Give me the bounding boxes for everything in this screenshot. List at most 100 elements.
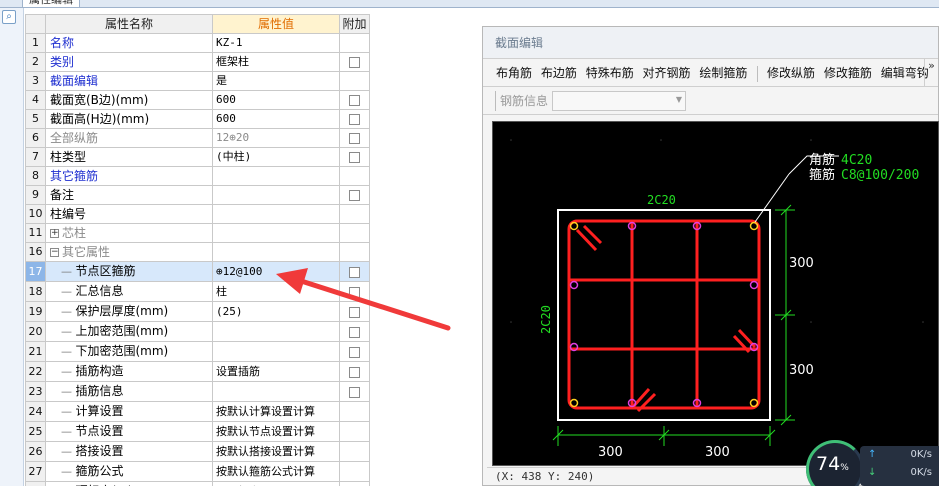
collapse-icon[interactable]: −: [50, 248, 59, 257]
toolbar-overflow-button[interactable]: »: [924, 59, 938, 87]
table-row[interactable]: 1 名称 KZ-1: [25, 33, 370, 53]
property-name[interactable]: — 顶标高(m): [45, 481, 213, 486]
property-value[interactable]: KZ-1: [212, 33, 340, 53]
draw-stirrup-button[interactable]: 绘制箍筋: [697, 59, 749, 87]
table-row[interactable]: 16− 其它属性: [25, 242, 370, 262]
table-row[interactable]: 8 其它箍筋: [25, 166, 370, 186]
property-name[interactable]: — 插筋构造: [45, 361, 213, 382]
speed-widget[interactable]: 74% ↑ 0K/s ↓ 0K/s: [806, 440, 939, 486]
modify-long-bar-button[interactable]: 修改纵筋: [765, 59, 817, 87]
property-name[interactable]: 柱类型: [45, 147, 213, 167]
table-row[interactable]: 6 全部纵筋 12⊕20: [25, 128, 370, 148]
property-value[interactable]: 600: [212, 109, 340, 129]
extra-checkbox[interactable]: [349, 114, 360, 125]
extra-checkbox[interactable]: [349, 133, 360, 144]
property-value[interactable]: 按默认搭接设置计算: [212, 441, 340, 462]
side-bar[interactable]: [569, 280, 579, 290]
side-bar[interactable]: [749, 280, 759, 290]
property-value[interactable]: 按默认箍筋公式计算: [212, 461, 340, 482]
corner-bar-value[interactable]: 4C20: [841, 153, 872, 168]
property-value[interactable]: 框架柱: [212, 52, 340, 72]
extra-checkbox[interactable]: [349, 366, 360, 378]
table-row[interactable]: 27 — 箍筋公式 按默认箍筋公式计算: [25, 461, 370, 482]
table-row[interactable]: 7 柱类型 (中柱): [25, 147, 370, 167]
search-icon[interactable]: ⌕: [2, 10, 16, 24]
property-name[interactable]: + 芯柱: [45, 223, 213, 243]
rebar-info-select[interactable]: ▼: [552, 91, 687, 111]
top-bar-annotation[interactable]: 2C20: [647, 193, 676, 207]
corner-bar[interactable]: [749, 398, 759, 408]
property-name[interactable]: — 节点设置: [45, 421, 213, 442]
property-name[interactable]: − 其它属性: [45, 242, 213, 262]
table-row[interactable]: 22 — 插筋构造 设置插筋: [25, 361, 370, 382]
property-name[interactable]: — 箍筋公式: [45, 461, 213, 482]
property-name[interactable]: — 上加密范围(mm): [45, 321, 213, 342]
table-row[interactable]: 23 — 插筋信息: [25, 381, 370, 402]
property-value[interactable]: [212, 341, 340, 362]
property-name[interactable]: — 计算设置: [45, 401, 213, 422]
property-name[interactable]: 柱编号: [45, 204, 213, 224]
value-column-header[interactable]: 属性值: [212, 14, 340, 34]
table-row[interactable]: 25 — 节点设置 按默认节点设置计算: [25, 421, 370, 442]
property-name[interactable]: 其它箍筋: [45, 166, 213, 186]
tab-property-edit[interactable]: 属性编辑: [22, 0, 80, 8]
table-row[interactable]: 21 — 下加密范围(mm): [25, 341, 370, 362]
property-value[interactable]: (中柱): [212, 147, 340, 167]
table-row[interactable]: 24 — 计算设置 按默认计算设置计算: [25, 401, 370, 422]
property-value[interactable]: 600: [212, 90, 340, 110]
stirrup-value[interactable]: C8@100/200: [841, 168, 919, 183]
extra-checkbox[interactable]: [349, 190, 360, 201]
place-corner-bar-button[interactable]: 布角筋: [494, 59, 534, 87]
table-row[interactable]: 28 — 顶标高(m)层顶标高: [25, 481, 370, 486]
property-value[interactable]: [212, 185, 340, 205]
property-value[interactable]: [212, 242, 340, 262]
property-name[interactable]: 名称: [45, 33, 213, 53]
table-row[interactable]: 4 截面宽(B边)(mm) 600: [25, 90, 370, 110]
modify-stirrup-button[interactable]: 修改箍筋: [822, 59, 874, 87]
table-row[interactable]: 3 截面编辑 是: [25, 71, 370, 91]
property-name[interactable]: — 插筋信息: [45, 381, 213, 402]
side-bar-annotation[interactable]: 2C20: [539, 305, 553, 334]
property-name[interactable]: 截面宽(B边)(mm): [45, 90, 213, 110]
property-name[interactable]: 类别: [45, 52, 213, 72]
name-column-header[interactable]: 属性名称: [45, 14, 213, 34]
property-name[interactable]: — 保护层厚度(mm): [45, 301, 213, 322]
property-value[interactable]: [212, 166, 340, 186]
corner-bar[interactable]: [749, 221, 759, 231]
extra-checkbox[interactable]: [349, 57, 360, 68]
table-row[interactable]: 10 柱编号: [25, 204, 370, 224]
outer-stirrup[interactable]: [567, 219, 761, 410]
special-bar-button[interactable]: 特殊布筋: [584, 59, 636, 87]
extra-checkbox[interactable]: [349, 152, 360, 163]
property-name[interactable]: — 下加密范围(mm): [45, 341, 213, 362]
property-value[interactable]: 12⊕20: [212, 128, 340, 148]
property-value[interactable]: 层顶标高: [212, 481, 340, 486]
table-row[interactable]: 26 — 搭接设置 按默认搭接设置计算: [25, 441, 370, 462]
extra-column-header[interactable]: 附加: [339, 14, 370, 34]
property-name[interactable]: — 节点区箍筋: [45, 261, 213, 282]
property-value[interactable]: [212, 381, 340, 402]
property-value[interactable]: 设置插筋: [212, 361, 340, 382]
table-row[interactable]: 11 + 芯柱: [25, 223, 370, 243]
property-name[interactable]: 截面编辑: [45, 71, 213, 91]
extra-checkbox[interactable]: [349, 95, 360, 106]
section-drawing-canvas[interactable]: 角筋 箍筋 4C20 C8@100/200 2C20 2C20 300 300: [492, 121, 939, 466]
rebar-points[interactable]: [569, 221, 759, 408]
align-bar-button[interactable]: 对齐钢筋: [641, 59, 693, 87]
place-side-bar-button[interactable]: 布边筋: [539, 59, 579, 87]
property-name[interactable]: 备注: [45, 185, 213, 205]
property-name[interactable]: 全部纵筋: [45, 128, 213, 148]
edit-hook-button[interactable]: 编辑弯钩: [879, 59, 931, 87]
corner-bar[interactable]: [569, 398, 579, 408]
table-row[interactable]: 9 备注: [25, 185, 370, 205]
extra-checkbox[interactable]: [349, 346, 360, 358]
property-name[interactable]: — 搭接设置: [45, 441, 213, 462]
table-row[interactable]: 2 类别 框架柱: [25, 52, 370, 72]
table-row[interactable]: 5 截面高(H边)(mm) 600: [25, 109, 370, 129]
property-value[interactable]: [212, 204, 340, 224]
property-value[interactable]: 是: [212, 71, 340, 91]
property-value[interactable]: 按默认节点设置计算: [212, 421, 340, 442]
property-name[interactable]: 截面高(H边)(mm): [45, 109, 213, 129]
property-value[interactable]: 按默认计算设置计算: [212, 401, 340, 422]
property-value[interactable]: [212, 223, 340, 243]
